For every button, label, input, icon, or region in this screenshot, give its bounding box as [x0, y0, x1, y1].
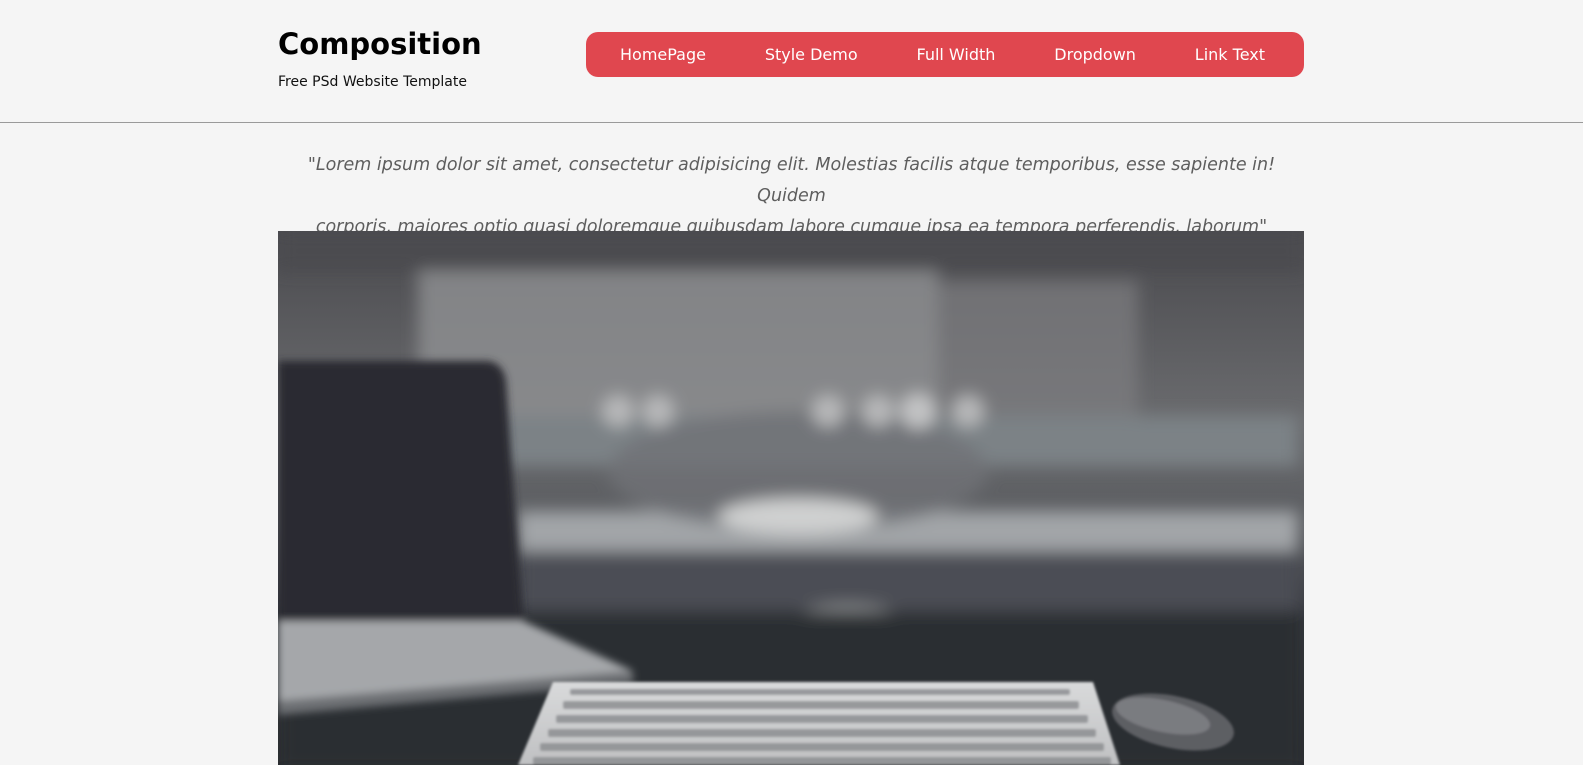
nav-item-full-width[interactable]: Full Width: [916, 45, 995, 64]
main-nav: HomePage Style Demo Full Width Dropdown …: [586, 32, 1304, 77]
nav-item-dropdown[interactable]: Dropdown: [1054, 45, 1136, 64]
nav-item-link-text[interactable]: Link Text: [1195, 45, 1265, 64]
hero-desk-photo: [278, 231, 1304, 765]
site-title[interactable]: Composition: [278, 24, 538, 64]
page: Composition Free PSd Website Template Ho…: [0, 0, 1583, 765]
hero-image: [278, 231, 1304, 765]
nav-item-style-demo[interactable]: Style Demo: [765, 45, 858, 64]
intro-quote: "Lorem ipsum dolor sit amet, consectetur…: [300, 150, 1283, 243]
quote-line-1: "Lorem ipsum dolor sit amet, consectetur…: [307, 155, 1276, 206]
site-subtitle: Free PSd Website Template: [278, 74, 467, 90]
header-divider: [0, 122, 1583, 123]
nav-item-homepage[interactable]: HomePage: [620, 45, 706, 64]
brand: Composition Free PSd Website Template: [278, 24, 538, 92]
